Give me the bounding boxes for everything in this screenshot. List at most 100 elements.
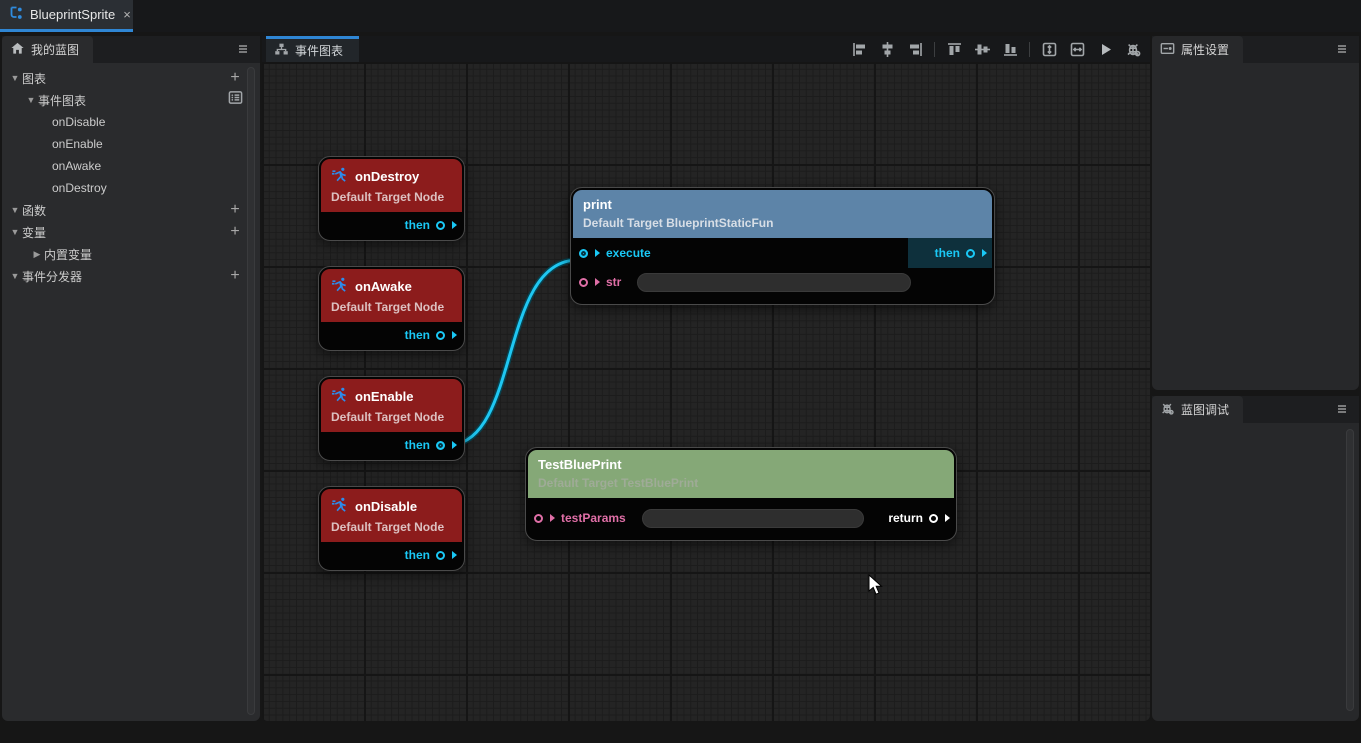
hierarchy-icon: [274, 42, 289, 60]
exec-out-pin[interactable]: [436, 331, 445, 340]
exec-out-pin[interactable]: [436, 221, 445, 230]
align-top-button[interactable]: [945, 40, 963, 58]
str-in-pin[interactable]: [579, 278, 588, 287]
exec-out-pin[interactable]: [436, 551, 445, 560]
my-blueprint-panel: 我的蓝图 ▼ 图表 + ▼ 事件图表 onDisable onEnable on…: [2, 36, 260, 721]
fit-height-button[interactable]: [1040, 40, 1058, 58]
panel-menu-icon[interactable]: [236, 42, 250, 56]
tree-item-label: 内置变量: [44, 246, 92, 263]
str-pin-label: str: [606, 275, 621, 289]
event-runner-icon: [331, 166, 348, 186]
then-pin-label: then: [405, 218, 430, 232]
play-button[interactable]: [1096, 40, 1114, 58]
document-tab-title: BlueprintSprite: [30, 7, 115, 22]
align-left-button[interactable]: [850, 40, 868, 58]
home-icon: [10, 41, 25, 59]
debug-panel-header: 蓝图调试: [1152, 396, 1359, 423]
sidebar-scrollbar[interactable]: [247, 67, 255, 715]
tree-item-label: 图表: [22, 70, 46, 87]
tree-item-label: 事件分发器: [22, 268, 82, 285]
tree-item-event-graph[interactable]: ▼ 事件图表: [2, 89, 246, 111]
node-subtitle: Default Target Node: [331, 190, 452, 204]
node-header: print Default Target BlueprintStaticFun: [573, 190, 992, 238]
close-tab-icon[interactable]: ×: [123, 7, 131, 22]
exec-out-pin[interactable]: [966, 249, 975, 258]
toolbar-separator: [1029, 42, 1030, 57]
debug-tab[interactable]: 蓝图调试: [1152, 396, 1243, 423]
debug-icon: [1125, 41, 1142, 58]
tree-item-functions[interactable]: ▼ 函数 +: [2, 199, 246, 221]
fit-width-button[interactable]: [1068, 40, 1086, 58]
tree-item-builtin-variables[interactable]: ▶ 内置变量: [2, 243, 246, 265]
chevron-right-icon: ▶: [30, 249, 44, 260]
pin-arrow-icon: [452, 331, 457, 339]
align-right-button[interactable]: [906, 40, 924, 58]
node-title: TestBluePrint: [538, 457, 622, 472]
node-print[interactable]: print Default Target BlueprintStaticFun …: [570, 187, 995, 305]
properties-icon: [1160, 41, 1175, 59]
node-onenable[interactable]: onEnable Default Target Node then: [318, 376, 465, 461]
pin-arrow-icon: [595, 249, 600, 257]
chevron-down-icon: ▼: [8, 73, 22, 83]
mouse-cursor: [868, 574, 884, 596]
debug-button[interactable]: [1124, 40, 1142, 58]
tree-item-label: onDisable: [52, 115, 105, 129]
align-center-vertical-button[interactable]: [878, 40, 896, 58]
exec-wire[interactable]: [452, 260, 578, 445]
panel-menu-icon[interactable]: [1335, 402, 1349, 416]
then-pin-label: then: [405, 548, 430, 562]
testparams-value-input[interactable]: [642, 509, 864, 528]
execute-pin-label: execute: [606, 246, 651, 260]
align-left-icon: [851, 41, 868, 58]
chevron-down-icon: ▼: [8, 271, 22, 281]
exec-in-pin-connected[interactable]: [579, 249, 588, 258]
add-dispatcher-button[interactable]: +: [224, 267, 246, 285]
tree-item-onawake[interactable]: onAwake: [2, 155, 246, 177]
tree-item-charts[interactable]: ▼ 图表 +: [2, 67, 246, 89]
tree-item-variables[interactable]: ▼ 变量 +: [2, 221, 246, 243]
event-graph-tab[interactable]: 事件图表: [266, 36, 359, 62]
properties-title: 属性设置: [1181, 41, 1229, 58]
event-runner-icon: [331, 276, 348, 296]
tree-item-label: 事件图表: [38, 92, 86, 109]
tree-item-onenable[interactable]: onEnable: [2, 133, 246, 155]
document-tab[interactable]: BlueprintSprite ×: [0, 0, 133, 32]
tree-item-ondestroy[interactable]: onDestroy: [2, 177, 246, 199]
then-pin-label: then: [935, 246, 960, 260]
pin-arrow-icon: [452, 221, 457, 229]
node-ondisable[interactable]: onDisable Default Target Node then: [318, 486, 465, 571]
tree-item-label: onEnable: [52, 137, 103, 151]
panel-menu-icon[interactable]: [1335, 42, 1349, 56]
node-subtitle: Default Target Node: [331, 300, 452, 314]
add-variable-button[interactable]: +: [224, 223, 246, 241]
my-blueprint-panel-header: 我的蓝图: [2, 36, 260, 63]
event-list-icon[interactable]: [224, 90, 246, 110]
event-runner-icon: [331, 496, 348, 516]
align-bottom-button[interactable]: [1001, 40, 1019, 58]
add-chart-button[interactable]: +: [224, 69, 246, 87]
node-title: onDisable: [355, 499, 417, 514]
node-ondestroy[interactable]: onDestroy Default Target Node then: [318, 156, 465, 241]
tree-item-label: 函数: [22, 202, 46, 219]
pin-arrow-icon: [595, 278, 600, 286]
align-right-icon: [907, 41, 924, 58]
str-value-input[interactable]: [637, 273, 911, 292]
my-blueprint-tab[interactable]: 我的蓝图: [2, 36, 93, 63]
node-onawake[interactable]: onAwake Default Target Node then: [318, 266, 465, 351]
testparams-in-pin[interactable]: [534, 514, 543, 523]
return-out-pin[interactable]: [929, 514, 938, 523]
exec-wire-casing: [452, 260, 578, 445]
graph-canvas[interactable]: onDestroy Default Target Node then onAwa…: [262, 62, 1150, 721]
node-subtitle: Default Target Node: [331, 410, 452, 424]
debug-scrollbar[interactable]: [1346, 429, 1354, 711]
testparams-pin-label: testParams: [561, 511, 626, 525]
node-testblueprint[interactable]: TestBluePrint Default Target TestBluePri…: [525, 447, 957, 541]
tree-item-label: 变量: [22, 224, 46, 241]
add-function-button[interactable]: +: [224, 201, 246, 219]
properties-tab[interactable]: 属性设置: [1152, 36, 1243, 63]
exec-out-pin-connected[interactable]: [436, 441, 445, 450]
tree-item-ondisable[interactable]: onDisable: [2, 111, 246, 133]
pin-arrow-icon: [945, 514, 950, 522]
tree-item-event-dispatchers[interactable]: ▼ 事件分发器 +: [2, 265, 246, 287]
align-middle-horizontal-button[interactable]: [973, 40, 991, 58]
